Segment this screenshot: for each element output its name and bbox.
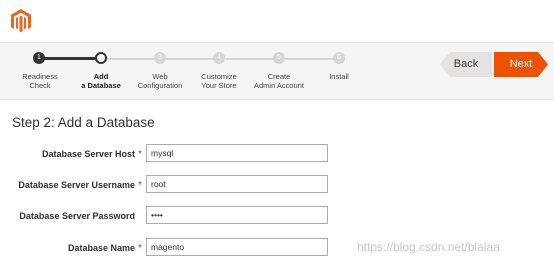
db-username-input[interactable]: [146, 175, 328, 193]
db-username-label: Database Server Username: [18, 180, 135, 190]
db-password-input[interactable]: [146, 206, 328, 224]
progress-line-completed: [39, 57, 101, 60]
field-row-db-host: Database Server Host *: [0, 144, 554, 164]
next-button[interactable]: Next: [494, 52, 548, 77]
db-host-input[interactable]: [146, 144, 328, 162]
step-label-readiness-check: Readiness Check: [5, 72, 75, 90]
db-name-input[interactable]: [146, 238, 328, 256]
step-1-label-line2: Check: [29, 81, 51, 90]
step-label-install: Install: [304, 72, 374, 81]
step-6-label-line1: Install: [329, 72, 349, 81]
step-5-dot: 5: [273, 52, 285, 64]
watermark-text: https://blog.csdn.net/blalaa: [357, 240, 500, 254]
required-asterisk: *: [138, 149, 142, 160]
step-1-label-line1: Readiness: [22, 72, 58, 81]
step-heading: Step 2: Add a Database: [12, 115, 155, 130]
required-asterisk: *: [138, 243, 142, 254]
required-asterisk: *: [138, 180, 142, 191]
step-2-dot: [95, 52, 107, 64]
step-3-dot: 3: [154, 52, 166, 64]
step-5-label-line2: Admin Account: [253, 81, 305, 90]
field-row-db-password: Database Server Password: [0, 206, 554, 226]
step-4-dot: 4: [213, 52, 225, 64]
db-password-label: Database Server Password: [19, 211, 135, 221]
db-host-label: Database Server Host: [41, 149, 135, 159]
field-row-db-username: Database Server Username *: [0, 175, 554, 195]
step-6-dot: 6: [333, 52, 345, 64]
step-1-dot: 1: [33, 52, 45, 64]
db-name-label: Database Name: [67, 243, 135, 253]
back-button[interactable]: Back: [440, 52, 492, 77]
magento-logo-icon: [11, 9, 31, 33]
